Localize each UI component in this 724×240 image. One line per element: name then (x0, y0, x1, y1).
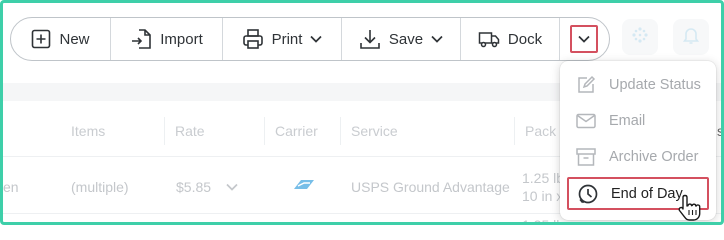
email-menu-item[interactable]: Email (567, 104, 709, 137)
screenshot-frame: New Import Print Save Dock Items Rate Ca… (0, 0, 724, 225)
toolbar: New Import Print Save Dock (10, 17, 610, 61)
new-label: New (59, 30, 90, 48)
archive-order-menu-item[interactable]: Archive Order (567, 140, 709, 173)
pencil-icon (571, 75, 601, 95)
dock-button[interactable]: Dock (461, 18, 560, 60)
printer-icon (242, 28, 264, 50)
row2-package-weight: 1.25 lb (522, 217, 565, 225)
column-divider (514, 117, 515, 145)
save-button[interactable]: Save (342, 18, 461, 60)
apps-dots-button[interactable] (622, 19, 658, 55)
notifications-button[interactable] (673, 19, 709, 55)
column-header-rate[interactable]: Rate (175, 123, 205, 139)
update-status-menu-item[interactable]: Update Status (567, 68, 709, 101)
usps-eagle-icon (292, 177, 316, 196)
dots-grid-icon (631, 26, 649, 49)
import-label: Import (160, 30, 203, 48)
more-options-button[interactable] (560, 18, 608, 60)
print-button[interactable]: Print (223, 18, 342, 60)
new-button[interactable]: New (11, 18, 111, 60)
row-rate: $5.85 (176, 179, 212, 195)
clock-icon (573, 183, 603, 205)
rate-chevron-down-icon[interactable] (225, 179, 239, 195)
column-header-package[interactable]: Pack (525, 123, 556, 139)
envelope-icon (571, 113, 601, 129)
column-divider (264, 117, 265, 145)
row-name-fragment: en (3, 179, 19, 195)
column-header-carrier[interactable]: Carrier (275, 123, 318, 139)
email-label: Email (609, 112, 646, 129)
save-label: Save (388, 30, 424, 48)
row-package-dimensions: 10 in x (522, 188, 564, 204)
download-icon (359, 28, 381, 50)
dock-label: Dock (507, 30, 543, 48)
more-options-highlight (570, 25, 598, 53)
import-button[interactable]: Import (111, 18, 223, 60)
print-label: Print (271, 30, 303, 48)
import-file-icon (130, 28, 152, 50)
update-status-label: Update Status (609, 76, 701, 93)
column-divider (164, 117, 165, 145)
hand-pointer-cursor-icon (677, 193, 701, 222)
chevron-down-icon (578, 35, 590, 43)
truck-icon (478, 30, 500, 48)
chevron-down-icon (431, 35, 443, 43)
end-of-day-label: End of Day (611, 185, 683, 202)
row-service: USPS Ground Advantage (351, 179, 510, 195)
archive-order-label: Archive Order (609, 148, 699, 165)
archive-box-icon (571, 147, 601, 166)
column-header-service[interactable]: Service (351, 123, 398, 139)
column-divider (340, 117, 341, 145)
column-header-fragment: s (717, 123, 724, 139)
chevron-down-icon (310, 35, 323, 43)
column-header-items[interactable]: Items (71, 123, 105, 139)
bell-icon (682, 25, 700, 50)
row-items[interactable]: (multiple) (71, 179, 129, 195)
row-package-weight: 1.25 lb (522, 170, 565, 186)
plus-square-icon (31, 29, 51, 49)
